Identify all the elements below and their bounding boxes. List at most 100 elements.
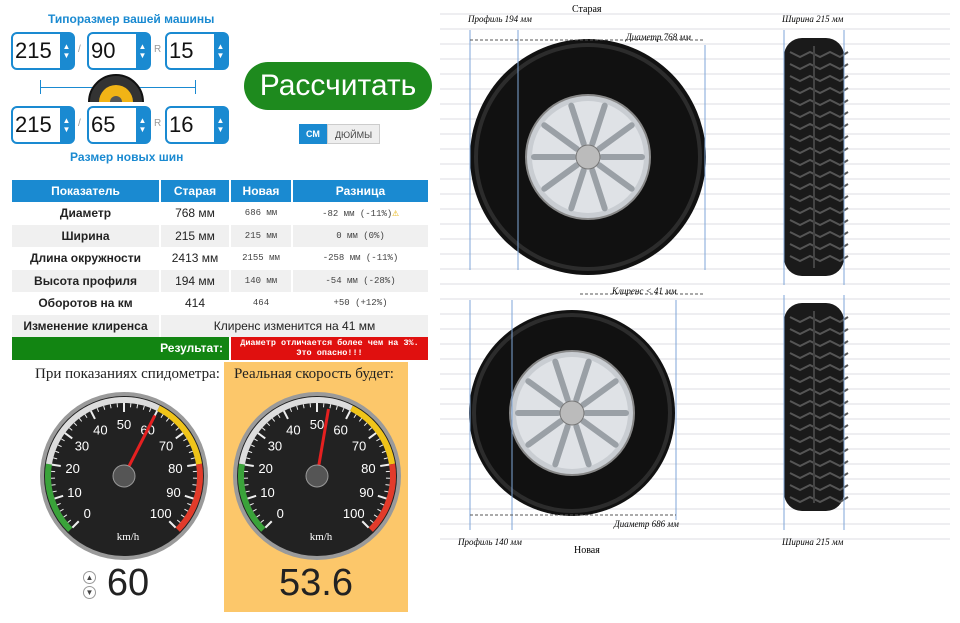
speed-stepper[interactable]: ▲ ▼ bbox=[83, 571, 97, 601]
gauge-tick-label: 90 bbox=[166, 485, 180, 500]
clearance-value: Клиренс изменится на 41 мм bbox=[160, 314, 430, 337]
clearance-label: Клиренс < 41 мм bbox=[611, 286, 677, 296]
row-label: Оборотов на км bbox=[12, 292, 161, 315]
gauge-tick-label: 30 bbox=[268, 438, 282, 453]
tire-visualization: Старая Профиль 194 мм Ширина 215 мм Диам… bbox=[440, 4, 950, 556]
real-speed-value: 53.6 bbox=[279, 562, 353, 604]
real-speed-label: Реальная скорость будет: bbox=[234, 366, 394, 382]
row-diff: -258 мм (-11%) bbox=[292, 247, 430, 270]
old-tire-tread-view bbox=[784, 38, 849, 276]
new-tire-side-view bbox=[469, 310, 675, 516]
table-row: Длина окружности 2413 мм 2155 мм -258 мм… bbox=[12, 247, 430, 270]
gauge-tick-label: 10 bbox=[260, 485, 274, 500]
chevron-updown-icon: ▲ ▼ bbox=[136, 108, 149, 142]
unit-cm-toggle[interactable]: СМ bbox=[299, 124, 327, 144]
chevron-updown-icon: ▲ ▼ bbox=[214, 108, 227, 142]
table-row: Ширина 215 мм 215 мм 0 мм (0%) bbox=[12, 224, 430, 247]
row-label: Ширина bbox=[12, 224, 161, 247]
row-old: 194 мм bbox=[160, 269, 231, 292]
gauge-tick-label: 40 bbox=[93, 423, 107, 438]
table-header: Старая bbox=[160, 180, 231, 202]
old-tire-side-view bbox=[470, 39, 706, 275]
gauge-tick-label: 70 bbox=[159, 438, 173, 453]
row-old: 414 bbox=[160, 292, 231, 315]
gauge-tick-label: 50 bbox=[117, 417, 131, 432]
result-row: Результат: Диаметр отличается более чем … bbox=[12, 337, 430, 360]
speedometer-gauge: 0102030405060708090100km/h bbox=[40, 392, 208, 560]
chevron-updown-icon: ▲ ▼ bbox=[60, 34, 73, 68]
chevron-updown-icon: ▲ ▼ bbox=[136, 34, 149, 68]
warning-icon: ⚠ bbox=[392, 208, 399, 221]
size-connector-tick bbox=[40, 80, 41, 94]
current-rim-select[interactable]: 15 ▲ ▼ bbox=[165, 32, 229, 70]
slash-separator: / bbox=[78, 44, 81, 55]
gauge-tick-label: 40 bbox=[286, 423, 300, 438]
gauge-tick-label: 100 bbox=[343, 506, 365, 521]
gauge-tick-label: 70 bbox=[352, 438, 366, 453]
row-new: 2155 мм bbox=[230, 247, 293, 270]
current-size-title: Типоразмер вашей машины bbox=[48, 12, 215, 26]
row-label: Высота профиля bbox=[12, 269, 161, 292]
result-label: Результат: bbox=[12, 337, 231, 360]
gauge-tick-label: 20 bbox=[65, 461, 79, 476]
row-diff-cell: -82 мм (-11%)⚠ bbox=[292, 202, 430, 225]
table-row: Оборотов на км 414 464 +50 (+12%) bbox=[12, 292, 430, 315]
row-diff: -54 мм (-28%) bbox=[292, 269, 430, 292]
new-width-select[interactable]: 215 ▲ ▼ bbox=[11, 106, 75, 144]
comparison-table: Показатель Старая Новая Разница Диаметр … bbox=[12, 180, 430, 360]
chevron-up-icon[interactable]: ▲ bbox=[83, 571, 96, 584]
chevron-down-icon[interactable]: ▼ bbox=[83, 586, 96, 599]
row-new: 215 мм bbox=[230, 224, 293, 247]
gauge-tick-label: 10 bbox=[67, 485, 81, 500]
gauge-hub bbox=[112, 464, 136, 488]
new-profile-value: 65 bbox=[91, 112, 116, 137]
row-diff: +50 (+12%) bbox=[292, 292, 430, 315]
table-row: Диаметр 768 мм 686 мм -82 мм (-11%)⚠ bbox=[12, 202, 430, 225]
gauge-tick-label: 0 bbox=[277, 506, 284, 521]
old-diameter-label: Диаметр 768 мм bbox=[625, 32, 691, 42]
gauge-tick-label: 100 bbox=[150, 506, 172, 521]
gauge-tick-label: 80 bbox=[361, 461, 375, 476]
row-diff: 0 мм (0%) bbox=[292, 224, 430, 247]
table-row: Высота профиля 194 мм 140 мм -54 мм (-28… bbox=[12, 269, 430, 292]
gauge-hub bbox=[305, 464, 329, 488]
old-width-label: Ширина 215 мм bbox=[781, 14, 844, 24]
gauge-tick-label: 0 bbox=[84, 506, 91, 521]
gauge-tick-label: 30 bbox=[75, 438, 89, 453]
chevron-updown-icon: ▲ ▼ bbox=[60, 108, 73, 142]
r-separator: R bbox=[154, 44, 162, 55]
table-header: Показатель bbox=[12, 180, 161, 202]
clearance-label: Изменение клиренса bbox=[12, 314, 161, 337]
calculate-button[interactable]: Рассчитать bbox=[244, 62, 432, 110]
row-label: Длина окружности bbox=[12, 247, 161, 270]
row-new: 464 bbox=[230, 292, 293, 315]
new-rim-value: 16 bbox=[169, 112, 194, 137]
current-width-select[interactable]: 215 ▲ ▼ bbox=[11, 32, 75, 70]
row-new: 140 мм bbox=[230, 269, 293, 292]
gauge-tick-label: 90 bbox=[359, 485, 373, 500]
chevron-updown-icon: ▲ ▼ bbox=[214, 34, 227, 68]
current-profile-value: 90 bbox=[91, 38, 116, 63]
new-width-label: Ширина 215 мм bbox=[781, 537, 844, 547]
current-profile-select[interactable]: 90 ▲ ▼ bbox=[87, 32, 151, 70]
new-tire-tread-view bbox=[784, 303, 849, 511]
current-width-value: 215 bbox=[15, 38, 52, 63]
old-profile-label: Профиль 194 мм bbox=[467, 14, 532, 24]
table-header: Новая bbox=[230, 180, 293, 202]
real-speed-gauge: 010 20 30 40 50 60 70 80 90 100 km/h bbox=[233, 392, 401, 560]
unit-inch-toggle[interactable]: ДЮЙМЫ bbox=[327, 124, 380, 144]
gauge-tick-label: 80 bbox=[168, 461, 182, 476]
tire-logo-icon bbox=[88, 74, 144, 102]
slash-separator: / bbox=[78, 118, 81, 129]
new-tire-title: Новая bbox=[574, 545, 600, 556]
new-rim-select[interactable]: 16 ▲ ▼ bbox=[165, 106, 229, 144]
gauge-tick-label: 60 bbox=[333, 423, 347, 438]
row-new: 686 мм bbox=[230, 202, 293, 225]
row-old: 215 мм bbox=[160, 224, 231, 247]
row-old: 2413 мм bbox=[160, 247, 231, 270]
r-separator: R bbox=[154, 118, 162, 129]
current-rim-value: 15 bbox=[169, 38, 194, 63]
speedometer-value[interactable]: 60 bbox=[98, 562, 158, 605]
gauge-unit-label: km/h bbox=[117, 531, 140, 543]
new-profile-select[interactable]: 65 ▲ ▼ bbox=[87, 106, 151, 144]
